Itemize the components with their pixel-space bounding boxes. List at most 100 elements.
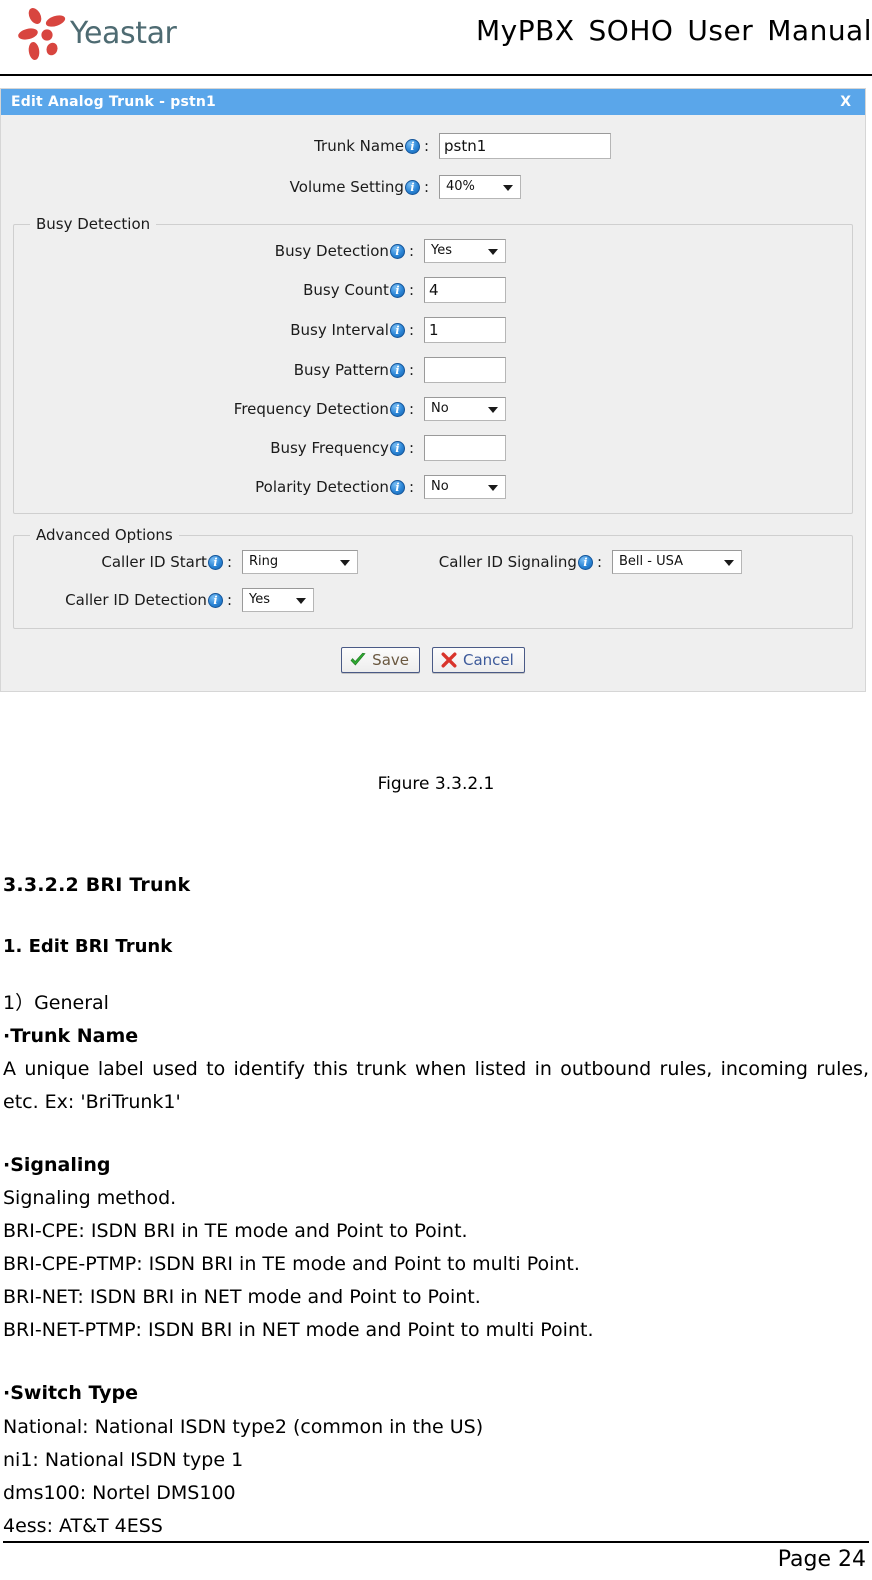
- caller-id-detection-label-text: Caller ID Detection: [65, 590, 207, 609]
- info-icon[interactable]: [389, 479, 405, 495]
- signaling-line-3: BRI-CPE-PTMP: ISDN BRI in TE mode and Po…: [3, 1253, 580, 1276]
- trunk-name-label-text: Trunk Name: [314, 136, 404, 155]
- busy-pattern-input[interactable]: [424, 357, 506, 383]
- chevron-down-icon: [503, 185, 513, 191]
- busy-detection-label: Busy Detection :: [14, 242, 414, 260]
- label-colon: :: [423, 178, 429, 196]
- busy-pattern-label: Busy Pattern :: [14, 361, 414, 379]
- doc-body: 3.3.2.2 BRI Trunk 1. Edit BRI Trunk 1）Ge…: [0, 828, 872, 1543]
- polarity-detection-value: No: [431, 479, 449, 494]
- polarity-detection-label: Polarity Detection :: [14, 478, 414, 496]
- field-row-caller-id-detection: Caller ID Detection : Yes: [14, 588, 852, 612]
- switch-type-line-4: 4ess: AT&T 4ESS: [3, 1514, 163, 1537]
- signaling-line-5: BRI-NET-PTMP: ISDN BRI in NET mode and P…: [3, 1319, 594, 1342]
- info-icon[interactable]: [389, 362, 405, 378]
- info-icon[interactable]: [389, 282, 405, 298]
- signaling-heading: ·Signaling: [3, 1154, 111, 1177]
- edit-analog-trunk-dialog: Edit Analog Trunk - pstn1 X Trunk Name :…: [0, 88, 866, 692]
- caller-id-signaling-value: Bell - USA: [619, 554, 683, 569]
- busy-detection-select[interactable]: Yes: [424, 239, 506, 263]
- cancel-button[interactable]: Cancel: [432, 647, 525, 673]
- polarity-detection-select[interactable]: No: [424, 475, 506, 499]
- field-row-frequency-detection: Frequency Detection : No: [14, 397, 852, 421]
- trunk-name-input[interactable]: [439, 133, 611, 159]
- advanced-options-legend: Advanced Options: [36, 526, 173, 544]
- busy-frequency-input[interactable]: [424, 435, 506, 461]
- signaling-line-2: BRI-CPE: ISDN BRI in TE mode and Point t…: [3, 1220, 468, 1243]
- switch-type-line-2: ni1: National ISDN type 1: [3, 1448, 244, 1471]
- info-icon[interactable]: [389, 401, 405, 417]
- label-colon: :: [408, 439, 414, 457]
- info-icon[interactable]: [389, 243, 405, 259]
- switch-type-heading: ·Switch Type: [3, 1382, 139, 1405]
- field-row-busy-count: Busy Count :: [14, 277, 852, 303]
- volume-setting-label-text: Volume Setting: [289, 177, 404, 196]
- busy-detection-label-text: Busy Detection: [274, 241, 389, 260]
- chevron-down-icon: [724, 560, 734, 566]
- info-icon[interactable]: [207, 554, 223, 570]
- volume-setting-label: Volume Setting :: [11, 178, 429, 196]
- frequency-detection-select[interactable]: No: [424, 397, 506, 421]
- dialog-body: Trunk Name : Volume Setting : 40% Busy D…: [1, 115, 865, 691]
- caller-id-signaling-select[interactable]: Bell - USA: [612, 550, 742, 574]
- label-colon: :: [596, 553, 602, 571]
- switch-type-line-1: National: National ISDN type2 (common in…: [3, 1415, 484, 1438]
- title-word-2: SOHO: [588, 14, 674, 47]
- signaling-line-1: Signaling method.: [3, 1187, 177, 1210]
- frequency-detection-value: No: [431, 401, 449, 416]
- field-row-busy-pattern: Busy Pattern :: [14, 357, 852, 383]
- dialog-title: Edit Analog Trunk - pstn1: [11, 94, 216, 110]
- switch-type-line-3: dms100: Nortel DMS100: [3, 1481, 236, 1504]
- busy-frequency-label: Busy Frequency :: [14, 439, 414, 457]
- busy-count-label-text: Busy Count: [303, 280, 389, 299]
- title-word-1: MyPBX: [476, 14, 575, 47]
- title-word-3: User: [687, 14, 754, 47]
- polarity-detection-label-text: Polarity Detection: [255, 477, 389, 496]
- page-title: MyPBX SOHO User Manual: [476, 14, 872, 47]
- info-icon[interactable]: [207, 592, 223, 608]
- label-colon: :: [408, 321, 414, 339]
- dialog-button-bar: Save Cancel: [11, 641, 855, 679]
- label-colon: :: [423, 137, 429, 155]
- save-button[interactable]: Save: [341, 647, 420, 673]
- trunk-name-heading: ·Trunk Name: [3, 1025, 139, 1048]
- busy-count-input[interactable]: [424, 277, 506, 303]
- label-colon: :: [226, 553, 232, 571]
- document-content: Figure 3.3.2.1 3.3.2.2 BRI Trunk 1. Edit…: [0, 758, 872, 1543]
- field-row-busy-detection: Busy Detection : Yes: [14, 239, 852, 263]
- caller-id-detection-select[interactable]: Yes: [242, 588, 314, 612]
- info-icon[interactable]: [389, 322, 405, 338]
- brand-logo: Yeastar: [16, 2, 177, 66]
- page-footer: Page 24: [0, 1541, 872, 1572]
- busy-count-label: Busy Count :: [14, 281, 414, 299]
- chevron-down-icon: [296, 598, 306, 604]
- close-icon[interactable]: X: [840, 95, 851, 109]
- check-icon: [349, 651, 367, 669]
- label-colon: :: [408, 242, 414, 260]
- info-icon[interactable]: [577, 554, 593, 570]
- dialog-titlebar: Edit Analog Trunk - pstn1 X: [1, 89, 865, 115]
- volume-setting-select[interactable]: 40%: [439, 175, 521, 199]
- figure-caption: Figure 3.3.2.1: [377, 774, 495, 794]
- busy-pattern-label-text: Busy Pattern: [293, 360, 389, 379]
- advanced-options-group: Advanced Options Caller ID Start : Ring …: [13, 526, 853, 629]
- info-icon[interactable]: [404, 179, 420, 195]
- chevron-down-icon: [488, 485, 498, 491]
- info-icon[interactable]: [389, 440, 405, 456]
- field-row-trunk-name: Trunk Name :: [11, 133, 855, 159]
- busy-detection-group: Busy Detection Busy Detection : Yes Busy…: [13, 215, 853, 514]
- busy-interval-input[interactable]: [424, 317, 506, 343]
- title-word-4: Manual: [767, 14, 872, 47]
- brand-name: Yeastar: [70, 16, 177, 51]
- field-row-volume-setting: Volume Setting : 40%: [11, 175, 855, 199]
- yeastar-flower-logo: [16, 6, 74, 62]
- info-icon[interactable]: [404, 138, 420, 154]
- caller-id-start-label-text: Caller ID Start: [101, 552, 207, 571]
- busy-interval-label: Busy Interval :: [14, 321, 414, 339]
- caller-id-start-select[interactable]: Ring: [242, 550, 358, 574]
- label-colon: :: [408, 400, 414, 418]
- caller-id-start-value: Ring: [249, 554, 279, 569]
- field-row-busy-frequency: Busy Frequency :: [14, 435, 852, 461]
- chevron-down-icon: [488, 407, 498, 413]
- busy-detection-legend: Busy Detection: [36, 215, 151, 233]
